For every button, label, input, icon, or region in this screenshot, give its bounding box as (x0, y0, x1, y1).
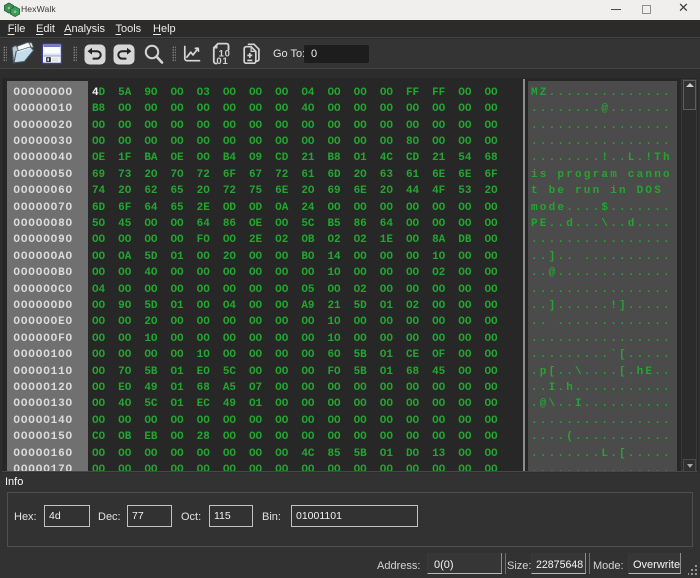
svg-text:01: 01 (216, 56, 228, 65)
